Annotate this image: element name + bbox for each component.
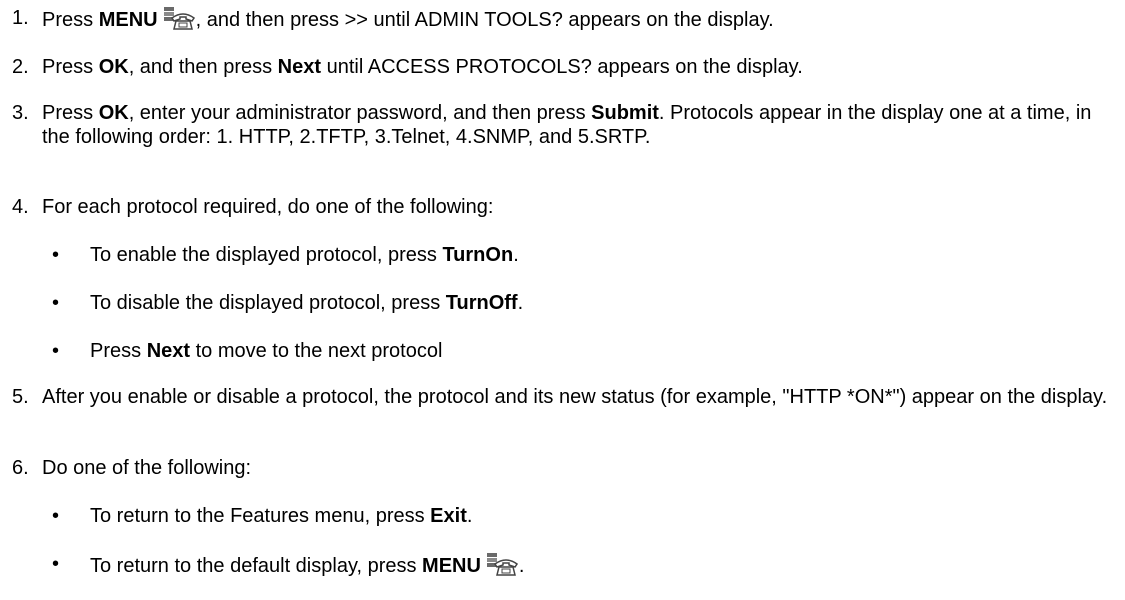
step-number: 5. [12, 386, 29, 408]
step-text: Press OK, and then press Next until ACCE… [42, 56, 803, 78]
step-number: 2. [12, 56, 29, 78]
step-number: 3. [12, 102, 29, 124]
exit-key-label: Exit [430, 505, 467, 527]
step-number: 4. [12, 196, 29, 218]
ok-key-label: OK [98, 102, 129, 124]
bullet-text: To return to the default display, press … [90, 552, 1110, 578]
bullet-text: To return to the Features menu, press Ex… [90, 505, 473, 527]
next-key-label: Next [146, 340, 191, 362]
bullet-dot: • [52, 292, 60, 314]
bullet-dot: • [52, 340, 60, 362]
bullet-dot: • [52, 244, 60, 266]
bullet-dot: • [52, 553, 60, 575]
step-text: Do one of the following: [42, 457, 252, 479]
bullet-dot: • [52, 505, 60, 527]
phone-menu-icon [163, 7, 195, 30]
phone-menu-icon [486, 553, 518, 576]
bullet-text: To disable the displayed protocol, press… [90, 292, 524, 314]
submit-key-label: Submit [591, 102, 659, 124]
step-text: Press MENU , and then press >> until ADM… [42, 6, 1117, 32]
turnon-key-label: TurnOn [442, 244, 514, 266]
step-text: Press OK, enter your administrator passw… [42, 102, 1092, 148]
turnoff-key-label: TurnOff [445, 292, 518, 314]
menu-key-label: MENU [98, 9, 158, 31]
step-number: 1. [12, 7, 29, 29]
step-text: After you enable or disable a protocol, … [42, 386, 1108, 408]
instruction-document: 1. Press MENU , and then press >> until … [0, 0, 1125, 600]
step-number: 6. [12, 457, 29, 479]
menu-key-label: MENU [422, 555, 481, 577]
ok-key-label: OK [98, 56, 129, 78]
next-key-label: Next [277, 56, 322, 78]
step-text: For each protocol required, do one of th… [42, 196, 494, 218]
bullet-text: To enable the displayed protocol, press … [90, 244, 519, 266]
bullet-text: Press Next to move to the next protocol [90, 340, 443, 362]
